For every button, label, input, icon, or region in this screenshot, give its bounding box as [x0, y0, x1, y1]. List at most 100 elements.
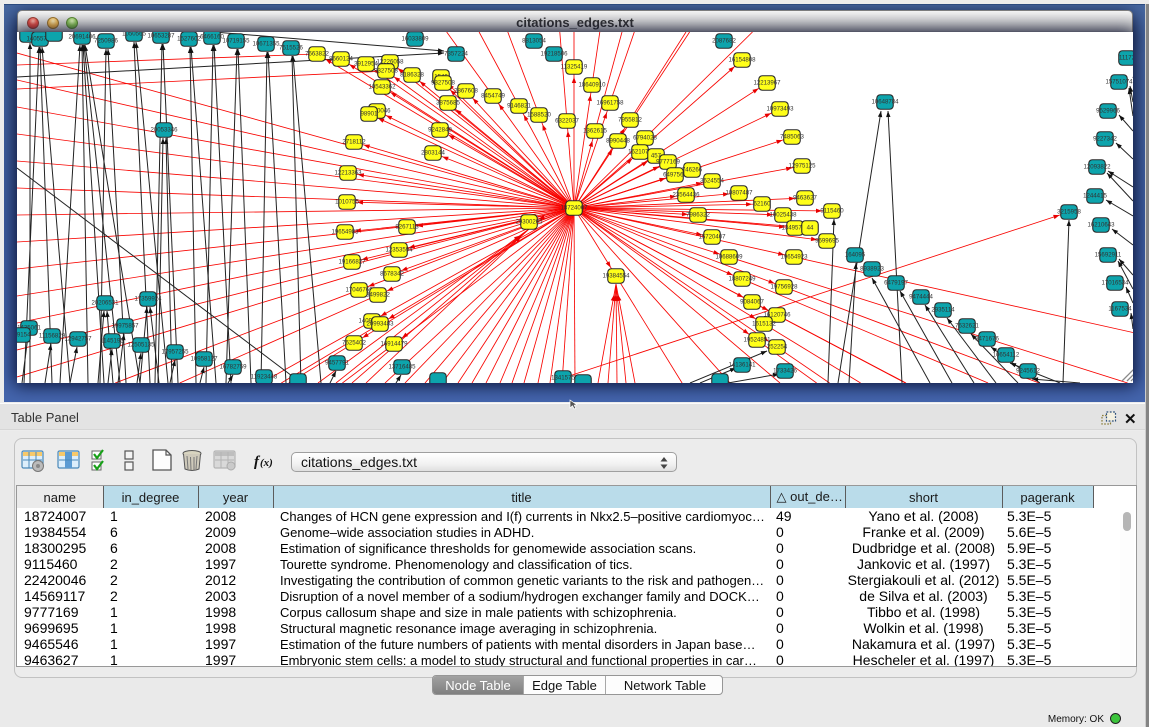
svg-text:14136141: 14136141	[728, 362, 756, 369]
svg-text:15720407: 15720407	[698, 234, 726, 241]
svg-text:2803144: 2803144	[421, 150, 445, 157]
svg-text:9327508: 9327508	[374, 68, 398, 75]
svg-text:7250986: 7250986	[94, 38, 118, 45]
svg-text:9115460: 9115460	[820, 208, 844, 215]
svg-text:16210643: 16210643	[1087, 222, 1115, 229]
svg-text:3912954: 3912954	[354, 61, 378, 68]
svg-text:17016534: 17016534	[1101, 280, 1129, 287]
svg-text:1010755: 1010755	[335, 199, 359, 206]
svg-text:2087682: 2087682	[712, 38, 736, 45]
svg-text:1588520: 1588520	[527, 112, 551, 119]
svg-text:16154808: 16154808	[728, 57, 756, 64]
svg-text:7485063: 7485063	[780, 134, 804, 141]
svg-text:7357224: 7357224	[444, 51, 468, 58]
svg-text:19218506: 19218506	[540, 51, 568, 58]
svg-text:19384554: 19384554	[602, 273, 630, 280]
svg-text:9242848: 9242848	[428, 127, 452, 134]
svg-text:8813054: 8813054	[522, 38, 546, 45]
svg-text:2935114: 2935114	[931, 307, 955, 314]
svg-text:10719155: 10719155	[222, 38, 250, 45]
svg-text:8454749: 8454749	[481, 93, 505, 100]
svg-text:10807487: 10807487	[725, 190, 753, 197]
svg-text:39154: 39154	[17, 332, 31, 339]
svg-text:23564436: 23564436	[672, 192, 700, 199]
svg-text:11325419: 11325419	[561, 64, 588, 71]
svg-text:9146821: 9146821	[507, 103, 531, 110]
svg-text:15751074: 15751074	[1105, 79, 1133, 86]
svg-text:12942757: 12942757	[64, 336, 92, 343]
svg-text:2867608: 2867608	[454, 88, 478, 95]
svg-text:8678342: 8678342	[380, 271, 404, 278]
svg-text:10688609: 10688609	[715, 254, 743, 261]
svg-text:20691406: 20691406	[68, 34, 96, 41]
svg-text:18640910: 18640910	[578, 82, 606, 89]
svg-text:6479197: 6479197	[884, 280, 908, 287]
svg-text:15692911: 15692911	[1095, 252, 1122, 259]
svg-text:20206531: 20206531	[91, 300, 119, 307]
svg-text:6794028: 6794028	[633, 135, 657, 142]
svg-text:12505135: 12505135	[127, 342, 155, 349]
svg-text:9463627: 9463627	[793, 195, 817, 202]
svg-text:10025438: 10025438	[769, 212, 797, 219]
svg-text:44: 44	[807, 225, 814, 232]
svg-text:3624554: 3624554	[700, 178, 724, 185]
svg-text:3875685: 3875685	[436, 100, 460, 107]
svg-text:16033809: 16033809	[401, 36, 429, 43]
svg-text:8990448: 8990448	[606, 138, 630, 145]
svg-text:3499822: 3499822	[366, 292, 390, 299]
svg-text:7515526: 7515526	[279, 45, 303, 52]
svg-text:16961758: 16961758	[596, 100, 624, 107]
svg-text:164095: 164095	[845, 252, 866, 259]
svg-text:10958127: 10958127	[190, 356, 218, 363]
svg-text:19654983: 19654983	[331, 229, 359, 236]
svg-text:12213363: 12213363	[334, 170, 362, 177]
svg-text:9777169: 9777169	[656, 159, 680, 166]
svg-text:7663822: 7663822	[305, 51, 329, 58]
svg-text:1167534: 1167534	[1108, 306, 1132, 313]
svg-text:1362615: 1362615	[583, 128, 607, 135]
svg-text:10973493: 10973493	[766, 106, 794, 113]
svg-text:7625402: 7625402	[342, 340, 366, 347]
svg-text:8267113: 8267113	[395, 224, 419, 231]
svg-text:10543362: 10543362	[368, 84, 396, 91]
svg-text:1527602: 1527602	[177, 36, 201, 43]
svg-text:11172: 11172	[1119, 55, 1133, 62]
svg-text:12975125: 12975125	[788, 163, 816, 170]
svg-text:1244415: 1244415	[1083, 193, 1107, 200]
svg-text:10654112: 10654112	[993, 352, 1020, 359]
svg-text:(x): (x)	[260, 457, 273, 469]
svg-text:8938923: 8938923	[860, 266, 884, 273]
svg-text:7632621: 7632621	[955, 323, 979, 330]
svg-text:19524851: 19524851	[743, 337, 771, 344]
svg-text:16782759: 16782759	[219, 364, 247, 371]
svg-text:1341575: 1341575	[551, 375, 575, 382]
svg-text:9474444: 9474444	[909, 294, 933, 301]
svg-text:16914479: 16914479	[380, 341, 408, 348]
svg-text:20053346: 20053346	[150, 127, 178, 134]
svg-text:9327508: 9327508	[431, 80, 455, 87]
svg-text:6466160: 6466160	[200, 34, 224, 41]
svg-text:6322037: 6322037	[555, 118, 579, 125]
svg-text:20993483: 20993483	[366, 321, 394, 328]
svg-text:2718112: 2718112	[342, 139, 366, 146]
svg-text:9245612: 9245612	[1016, 368, 1040, 375]
svg-text:62160: 62160	[754, 201, 772, 208]
svg-text:18807249: 18807249	[728, 276, 756, 283]
svg-text:8471676: 8471676	[975, 336, 999, 343]
svg-text:746266: 746266	[682, 167, 703, 174]
svg-text:1733426: 1733426	[773, 368, 797, 375]
svg-text:12093822: 12093822	[1083, 164, 1111, 171]
svg-text:7955812: 7955812	[618, 117, 642, 124]
svg-text:252254: 252254	[767, 344, 788, 351]
svg-text:98901: 98901	[361, 111, 379, 118]
svg-text:19166827: 19166827	[338, 259, 366, 266]
svg-text:11156829: 11156829	[39, 333, 66, 340]
svg-text:19654923: 19654923	[780, 254, 808, 261]
svg-text:19756928: 19756928	[770, 284, 798, 291]
svg-text:8186328: 8186328	[400, 72, 424, 79]
svg-text:9084067: 9084067	[740, 299, 764, 306]
svg-text:9529966: 9529966	[1096, 108, 1120, 115]
svg-text:12353594: 12353594	[385, 247, 413, 254]
svg-text:9227342: 9227342	[1093, 136, 1117, 143]
svg-text:9457791: 9457791	[325, 360, 349, 367]
